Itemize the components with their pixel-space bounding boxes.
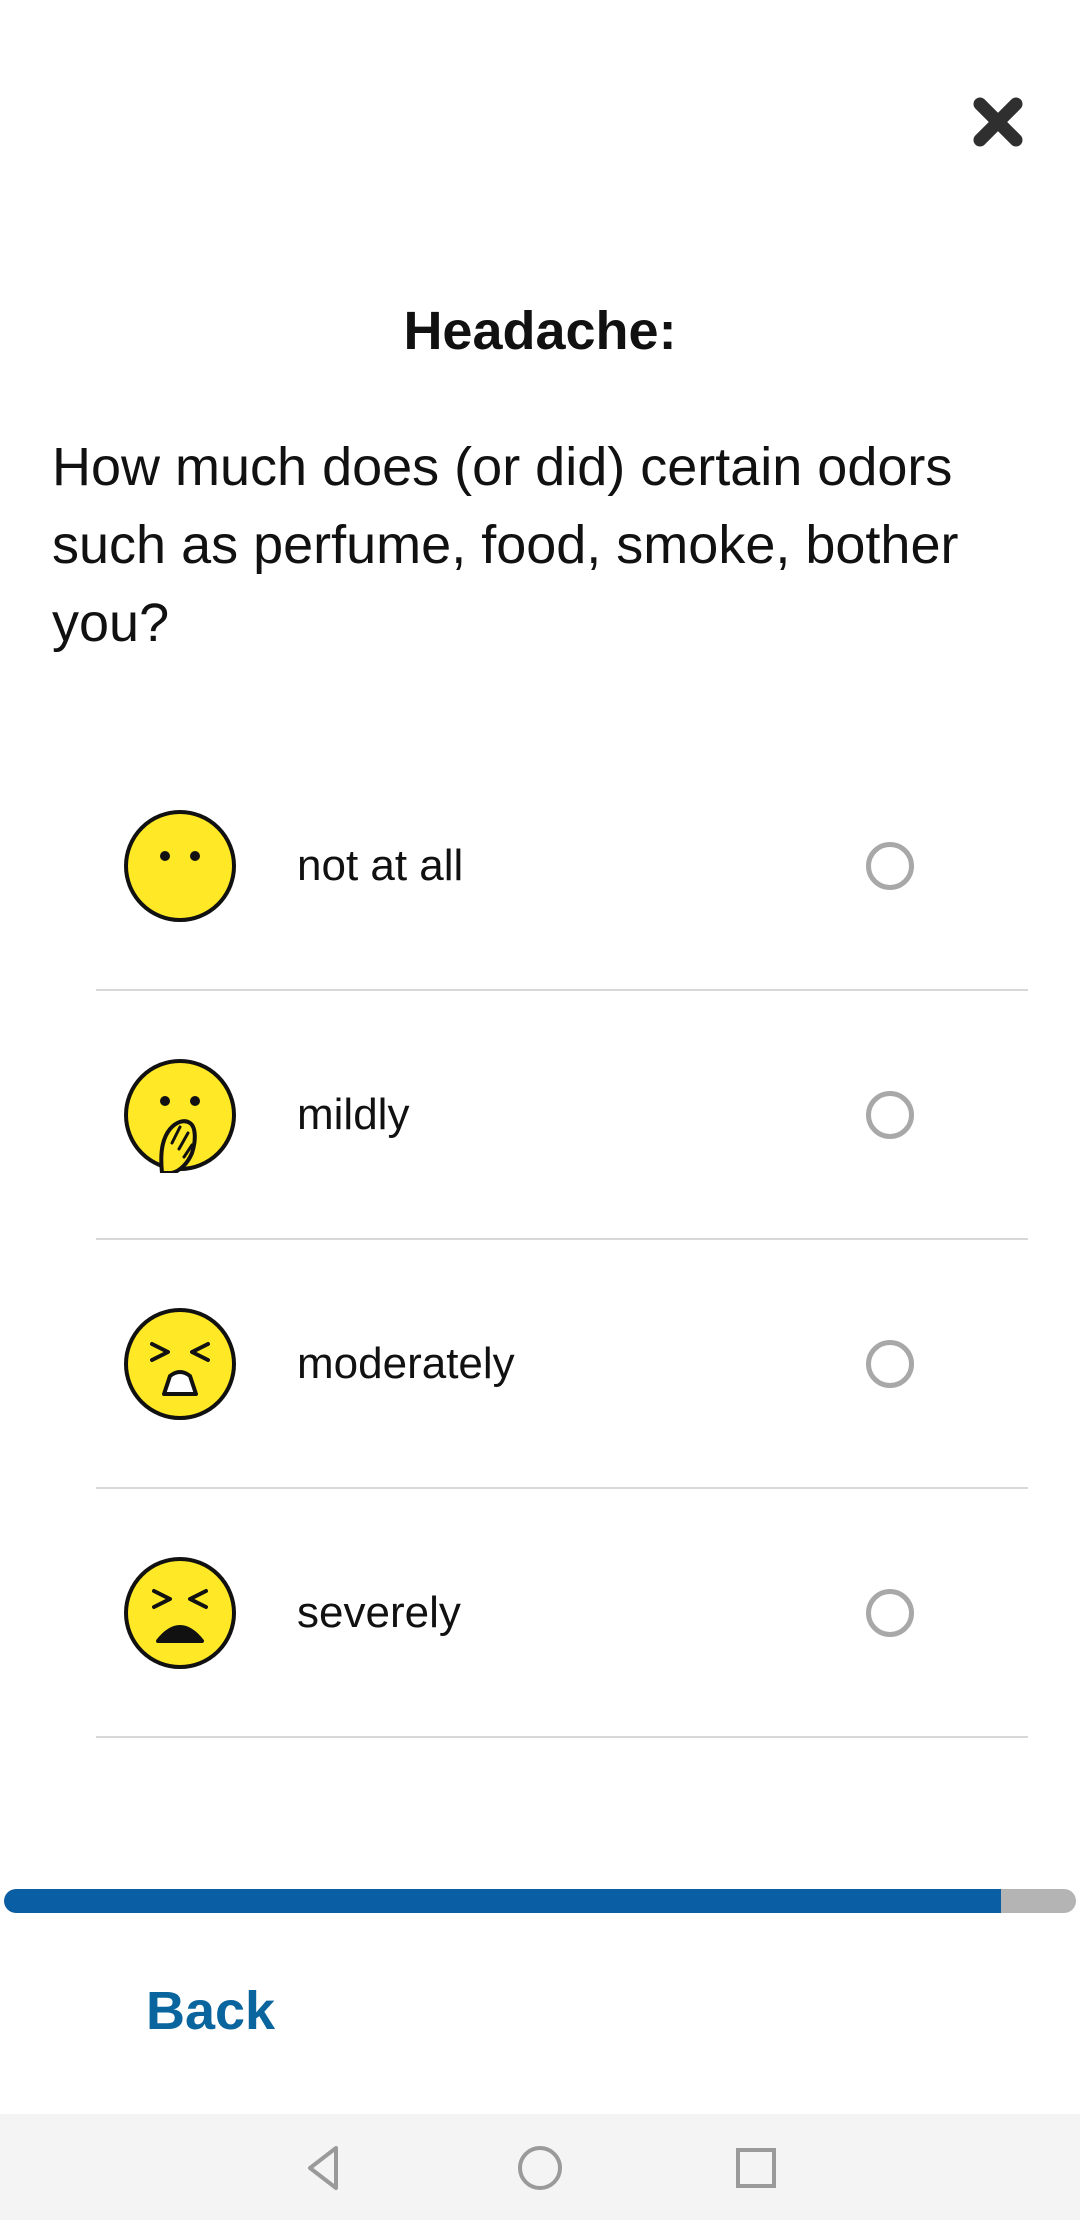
page-title: Headache: — [403, 301, 677, 361]
radio-mildly[interactable] — [866, 1090, 914, 1139]
option-label: mildly — [297, 1089, 410, 1139]
neutral-face-icon — [122, 808, 238, 924]
back-button[interactable]: Back — [146, 1980, 275, 2042]
radio-moderately[interactable] — [866, 1339, 914, 1388]
radio-severely[interactable] — [866, 1588, 914, 1637]
close-icon — [973, 97, 1023, 147]
option-not-at-all[interactable]: not at all — [96, 742, 1028, 991]
option-severely[interactable]: severely — [96, 1489, 1028, 1738]
nav-home-icon[interactable] — [508, 2136, 572, 2200]
nav-back-icon[interactable] — [292, 2136, 356, 2200]
squinting-gasp-face-icon — [122, 1306, 238, 1422]
hand-over-mouth-face-icon — [122, 1057, 238, 1173]
nav-recents-icon[interactable] — [724, 2136, 788, 2200]
progress-bar — [4, 1889, 1076, 1913]
question-text: How much does (or did) certain odors suc… — [52, 437, 959, 653]
close-button[interactable] — [966, 90, 1030, 154]
option-mildly[interactable]: mildly — [96, 991, 1028, 1240]
option-label: not at all — [297, 840, 464, 890]
option-label: severely — [297, 1587, 461, 1637]
option-label: moderately — [297, 1338, 515, 1388]
tired-face-icon — [122, 1555, 238, 1671]
answer-options: not at all mildly moderately severely — [96, 742, 1028, 1738]
radio-not-at-all[interactable] — [866, 841, 914, 890]
option-moderately[interactable]: moderately — [96, 1240, 1028, 1489]
progress-fill — [4, 1889, 1001, 1913]
system-nav-bar — [0, 2114, 1080, 2220]
